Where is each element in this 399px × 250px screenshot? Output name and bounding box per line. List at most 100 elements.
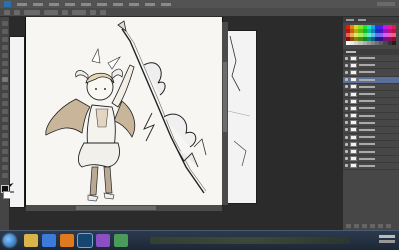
- layer-row[interactable]: [343, 98, 399, 106]
- panel-tab-color[interactable]: [346, 19, 354, 21]
- visibility-eye-icon[interactable]: [345, 150, 348, 154]
- visibility-eye-icon[interactable]: [345, 135, 348, 139]
- color-swatch[interactable]: [391, 41, 396, 45]
- mode-dropdown[interactable]: [24, 9, 40, 15]
- layer-row[interactable]: [343, 148, 399, 156]
- layer-row[interactable]: [343, 134, 399, 142]
- layer-row[interactable]: [343, 105, 399, 113]
- vertical-scrollbar[interactable]: [222, 22, 228, 205]
- horizontal-scrollbar[interactable]: [26, 205, 222, 211]
- visibility-eye-icon[interactable]: [345, 106, 348, 110]
- taskbar-browser-icon[interactable]: [42, 234, 56, 247]
- healing-tool-icon[interactable]: [1, 69, 8, 74]
- visibility-eye-icon[interactable]: [345, 99, 348, 103]
- visibility-eye-icon[interactable]: [345, 128, 348, 132]
- panel-tab-layers[interactable]: [346, 51, 356, 53]
- blur-tool-icon[interactable]: [1, 117, 8, 122]
- menu-file[interactable]: [17, 2, 27, 6]
- menu-help[interactable]: [161, 2, 171, 6]
- layer-row[interactable]: [343, 76, 399, 84]
- right-panels: [342, 17, 399, 230]
- move-tool-icon[interactable]: [1, 21, 8, 26]
- visibility-eye-icon[interactable]: [345, 63, 348, 67]
- menu-image[interactable]: [49, 2, 59, 6]
- swatches-grid[interactable]: [346, 25, 396, 45]
- eyedropper-tool-icon[interactable]: [1, 61, 8, 66]
- airbrush-icon[interactable]: [90, 9, 96, 15]
- layer-style-icon[interactable]: [354, 224, 359, 228]
- link-layers-icon[interactable]: [346, 224, 351, 228]
- stamp-tool-icon[interactable]: [1, 85, 8, 90]
- pressure-size-icon[interactable]: [100, 9, 106, 15]
- marquee-tool-icon[interactable]: [1, 29, 8, 34]
- start-button[interactable]: [3, 234, 16, 247]
- pen-tool-icon[interactable]: [1, 133, 8, 138]
- brush-tool-icon[interactable]: [1, 77, 8, 82]
- layer-row[interactable]: [343, 84, 399, 91]
- layer-row[interactable]: [343, 127, 399, 135]
- crop-tool-icon[interactable]: [1, 53, 8, 58]
- layer-name-placeholder: [359, 143, 375, 146]
- layer-row[interactable]: [343, 156, 399, 163]
- visibility-eye-icon[interactable]: [345, 78, 348, 82]
- layer-row[interactable]: [343, 62, 399, 70]
- visibility-eye-icon[interactable]: [345, 114, 348, 118]
- path-select-tool-icon[interactable]: [1, 149, 8, 154]
- active-document-canvas[interactable]: [26, 17, 222, 205]
- visibility-eye-icon[interactable]: [345, 157, 348, 161]
- menu-select[interactable]: [97, 2, 107, 6]
- menu-layer[interactable]: [65, 2, 75, 6]
- taskbar-app6-icon[interactable]: [114, 234, 128, 247]
- taskbar-media-icon[interactable]: [60, 234, 74, 247]
- gradient-tool-icon[interactable]: [1, 109, 8, 114]
- layer-row[interactable]: [343, 91, 399, 99]
- window-controls[interactable]: [377, 2, 395, 6]
- menu-type[interactable]: [81, 2, 91, 6]
- visibility-eye-icon[interactable]: [345, 85, 348, 89]
- shape-tool-icon[interactable]: [1, 157, 8, 162]
- history-brush-icon[interactable]: [1, 93, 8, 98]
- lasso-tool-icon[interactable]: [1, 37, 8, 42]
- new-group-icon[interactable]: [370, 224, 375, 228]
- menu-view[interactable]: [129, 2, 139, 6]
- visibility-eye-icon[interactable]: [345, 164, 348, 168]
- layer-row[interactable]: [343, 141, 399, 149]
- visibility-eye-icon[interactable]: [345, 92, 348, 96]
- brush-size-icon[interactable]: [14, 9, 20, 15]
- add-mask-icon[interactable]: [362, 224, 367, 228]
- menu-filter[interactable]: [113, 2, 123, 6]
- system-tray-clock[interactable]: [379, 235, 395, 243]
- pressure-opacity-icon[interactable]: [62, 9, 68, 15]
- type-tool-icon[interactable]: [1, 141, 8, 146]
- visibility-eye-icon[interactable]: [345, 142, 348, 146]
- hand-tool-icon[interactable]: [1, 165, 8, 170]
- panel-tab-swatches[interactable]: [358, 19, 366, 21]
- taskbar-photoshop-icon[interactable]: [78, 234, 92, 247]
- taskbar-explorer-icon[interactable]: [24, 234, 38, 247]
- opacity-field[interactable]: [44, 9, 58, 15]
- horizontal-scroll-thumb[interactable]: [76, 206, 156, 210]
- taskbar-paint-icon[interactable]: [96, 234, 110, 247]
- eraser-tool-icon[interactable]: [1, 101, 8, 106]
- brush-preset-icon[interactable]: [4, 9, 10, 15]
- flow-field[interactable]: [72, 9, 86, 15]
- new-layer-icon[interactable]: [378, 224, 383, 228]
- menu-edit[interactable]: [33, 2, 43, 6]
- zoom-tool-icon[interactable]: [1, 173, 8, 178]
- delete-layer-icon[interactable]: [386, 224, 391, 228]
- visibility-eye-icon[interactable]: [345, 121, 348, 125]
- layer-row[interactable]: [343, 113, 399, 120]
- ps-logo-icon[interactable]: [4, 1, 11, 7]
- visibility-eye-icon[interactable]: [345, 70, 348, 74]
- background-document-left[interactable]: [10, 37, 24, 207]
- swatches-panel-header[interactable]: [343, 17, 399, 23]
- layer-row[interactable]: [343, 163, 399, 170]
- quick-select-tool-icon[interactable]: [1, 45, 8, 50]
- layer-row[interactable]: [343, 55, 399, 63]
- dodge-tool-icon[interactable]: [1, 125, 8, 130]
- layer-row[interactable]: [343, 120, 399, 127]
- layer-row[interactable]: [343, 69, 399, 77]
- menu-window[interactable]: [145, 2, 155, 6]
- vertical-scroll-thumb[interactable]: [223, 62, 227, 132]
- visibility-eye-icon[interactable]: [345, 56, 348, 60]
